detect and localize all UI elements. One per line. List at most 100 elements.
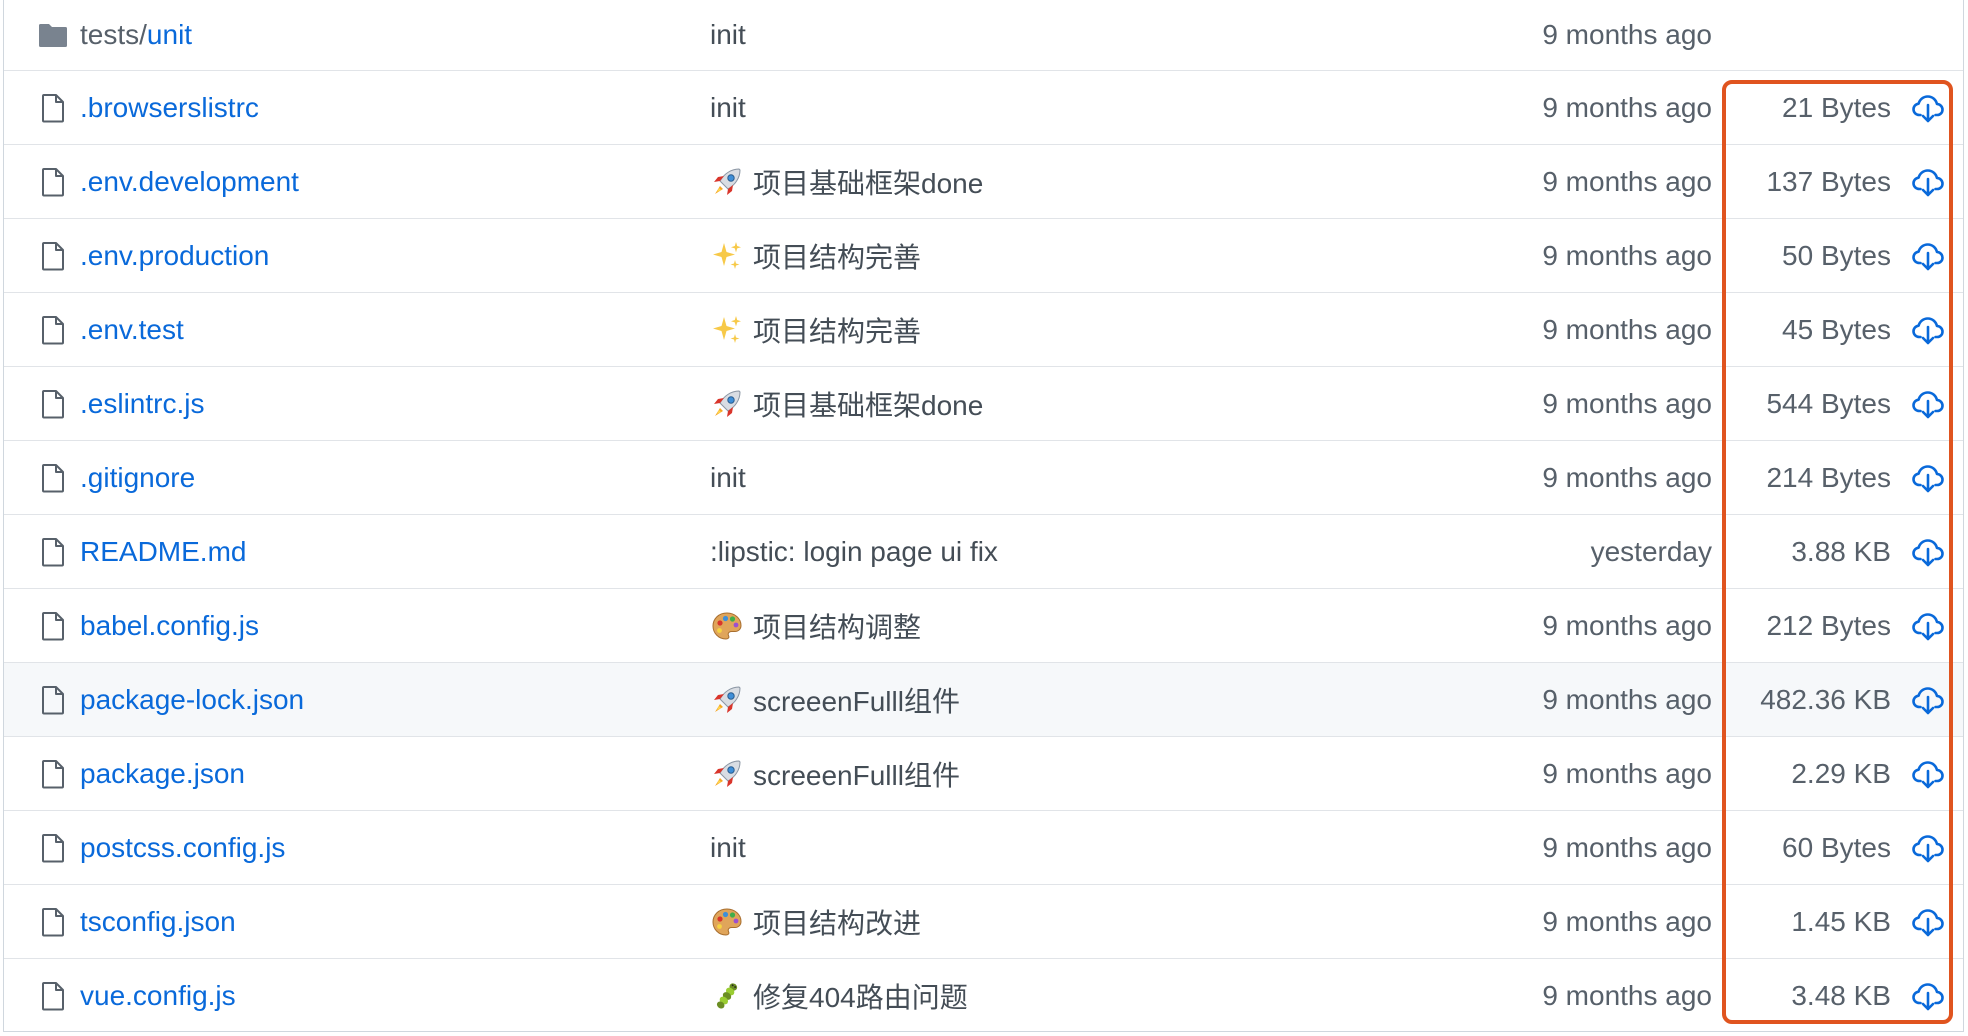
commit-message-text[interactable]: 项目结构改进 — [753, 902, 921, 942]
commit-message[interactable]: :lipstic: login page ui fix — [710, 536, 998, 568]
commit-message-text[interactable]: 项目基础框架done — [753, 162, 983, 202]
cloud-download-icon[interactable] — [1911, 91, 1945, 125]
file-row[interactable]: package-lock.json screeenFulll组件 9 months … — [4, 662, 1963, 736]
file-name-link[interactable]: tests/unit — [80, 19, 192, 51]
commit-message-text[interactable]: init — [710, 19, 746, 51]
file-name-link[interactable]: README.md — [80, 536, 246, 568]
cloud-download-icon[interactable] — [1911, 461, 1945, 495]
commit-message[interactable]: 项目结构完善 — [710, 310, 921, 350]
file-name-text[interactable]: .gitignore — [80, 462, 195, 493]
file-row[interactable]: .browserslistrc init 9 months ago 21 Bytes — [4, 70, 1963, 144]
file-row[interactable]: postcss.config.js init 9 months ago 60 Byte… — [4, 810, 1963, 884]
file-row[interactable]: .env.test 项目结构完善 9 months ago 45 Bytes — [4, 292, 1963, 366]
file-list: tests/unit init 9 months ago .browserslistr… — [3, 0, 1964, 1032]
file-name-text[interactable]: babel.config.js — [80, 610, 259, 641]
file-row[interactable]: .env.development 项目基础框架done 9 months ago 13… — [4, 144, 1963, 218]
commit-date: 9 months ago — [1542, 757, 1712, 789]
cloud-download-icon[interactable] — [1911, 387, 1945, 421]
commit-message-text[interactable]: init — [710, 832, 746, 864]
file-name-link[interactable]: postcss.config.js — [80, 832, 285, 864]
commit-message[interactable]: init — [710, 19, 746, 51]
commit-message[interactable]: init — [710, 462, 746, 494]
file-size: 3.48 KB — [1791, 979, 1891, 1011]
file-row[interactable]: tsconfig.json 项目结构改进 9 months ago 1.45 KB — [4, 884, 1963, 958]
commit-message-text[interactable]: :lipstic: login page ui fix — [710, 536, 998, 568]
file-name-text[interactable]: tsconfig.json — [80, 906, 236, 937]
file-name-link[interactable]: babel.config.js — [80, 610, 259, 642]
commit-date: 9 months ago — [1542, 461, 1712, 493]
cloud-download-icon[interactable] — [1911, 905, 1945, 939]
file-name-link[interactable]: .env.development — [80, 166, 299, 198]
file-icon — [37, 610, 69, 642]
folder-path-prefix[interactable]: tests/ — [80, 19, 147, 50]
file-name-link[interactable]: vue.config.js — [80, 980, 236, 1012]
file-name-text[interactable]: package.json — [80, 758, 245, 789]
commit-message[interactable]: 项目基础框架done — [710, 162, 983, 202]
cloud-download-icon[interactable] — [1911, 313, 1945, 347]
commit-message[interactable]: screeenFulll组件 — [710, 754, 960, 794]
file-name-link[interactable]: .browserslistrc — [80, 92, 259, 124]
file-name-text[interactable]: vue.config.js — [80, 980, 236, 1011]
commit-message-text[interactable]: 修复404路由问题 — [753, 976, 968, 1016]
commit-message-text[interactable]: screeenFulll组件 — [753, 680, 960, 720]
file-row[interactable]: .gitignore init 9 months ago 214 Bytes — [4, 440, 1963, 514]
file-row[interactable]: tests/unit init 9 months ago — [4, 0, 1963, 70]
commit-message-text[interactable]: init — [710, 92, 746, 124]
cloud-download-icon[interactable] — [1911, 535, 1945, 569]
file-row[interactable]: .eslintrc.js 项目基础框架done 9 months ago 544 By… — [4, 366, 1963, 440]
commit-message[interactable]: init — [710, 832, 746, 864]
file-name-link[interactable]: .env.production — [80, 240, 269, 272]
commit-message[interactable]: 项目结构改进 — [710, 902, 921, 942]
file-name-text[interactable]: .env.production — [80, 240, 269, 271]
file-name-text[interactable]: .browserslistrc — [80, 92, 259, 123]
commit-message-text[interactable]: 项目基础框架done — [753, 384, 983, 424]
commit-message-text[interactable]: 项目结构完善 — [753, 236, 921, 276]
file-name-text[interactable]: postcss.config.js — [80, 832, 285, 863]
file-row[interactable]: vue.config.js 修复404路由问题 9 months ago 3.48 K… — [4, 958, 1963, 1032]
commit-message[interactable]: 项目结构调整 — [710, 606, 921, 646]
commit-date: 9 months ago — [1542, 91, 1712, 123]
cloud-download-icon[interactable] — [1911, 683, 1945, 717]
commit-message[interactable]: 修复404路由问题 — [710, 976, 968, 1016]
file-name-link[interactable]: .eslintrc.js — [80, 388, 204, 420]
file-name-link[interactable]: tsconfig.json — [80, 906, 236, 938]
cloud-download-icon[interactable] — [1911, 239, 1945, 273]
file-row[interactable]: .env.production 项目结构完善 9 months ago 50 Byte… — [4, 218, 1963, 292]
file-row[interactable]: README.md:lipstic: login page ui fix yest… — [4, 514, 1963, 588]
file-row[interactable]: package.json screeenFulll组件 9 months ago 2.… — [4, 736, 1963, 810]
cloud-download-icon[interactable] — [1911, 757, 1945, 791]
file-name-text[interactable]: unit — [147, 19, 192, 50]
file-row[interactable]: babel.config.js 项目结构调整 9 months ago 212 Byt… — [4, 588, 1963, 662]
file-size: 544 Bytes — [1766, 387, 1891, 419]
cloud-download-icon[interactable] — [1911, 165, 1945, 199]
file-size: 1.45 KB — [1791, 905, 1891, 937]
file-icon — [37, 980, 69, 1012]
commit-date: 9 months ago — [1542, 979, 1712, 1011]
commit-message[interactable]: 项目基础框架done — [710, 384, 983, 424]
commit-message[interactable]: screeenFulll组件 — [710, 680, 960, 720]
cloud-download-icon[interactable] — [1911, 609, 1945, 643]
file-icon — [37, 314, 69, 346]
commit-message[interactable]: 项目结构完善 — [710, 236, 921, 276]
palette-icon — [710, 905, 744, 939]
file-name-text[interactable]: .eslintrc.js — [80, 388, 204, 419]
file-name-text[interactable]: .env.development — [80, 166, 299, 197]
file-name-text[interactable]: .env.test — [80, 314, 184, 345]
file-icon — [37, 832, 69, 864]
file-name-link[interactable]: .gitignore — [80, 462, 195, 494]
file-name-link[interactable]: package.json — [80, 758, 245, 790]
commit-message-text[interactable]: init — [710, 462, 746, 494]
commit-message-text[interactable]: 项目结构完善 — [753, 310, 921, 350]
file-name-link[interactable]: .env.test — [80, 314, 184, 346]
commit-message[interactable]: init — [710, 92, 746, 124]
cloud-download-icon[interactable] — [1911, 831, 1945, 865]
commit-message-text[interactable]: 项目结构调整 — [753, 606, 921, 646]
cloud-download-icon[interactable] — [1911, 979, 1945, 1013]
file-name-link[interactable]: package-lock.json — [80, 684, 304, 716]
file-icon — [37, 906, 69, 938]
file-name-text[interactable]: package-lock.json — [80, 684, 304, 715]
file-name-text[interactable]: README.md — [80, 536, 246, 567]
commit-message-text[interactable]: screeenFulll组件 — [753, 754, 960, 794]
rocket-icon — [710, 683, 744, 717]
file-size: 482.36 KB — [1760, 683, 1891, 715]
